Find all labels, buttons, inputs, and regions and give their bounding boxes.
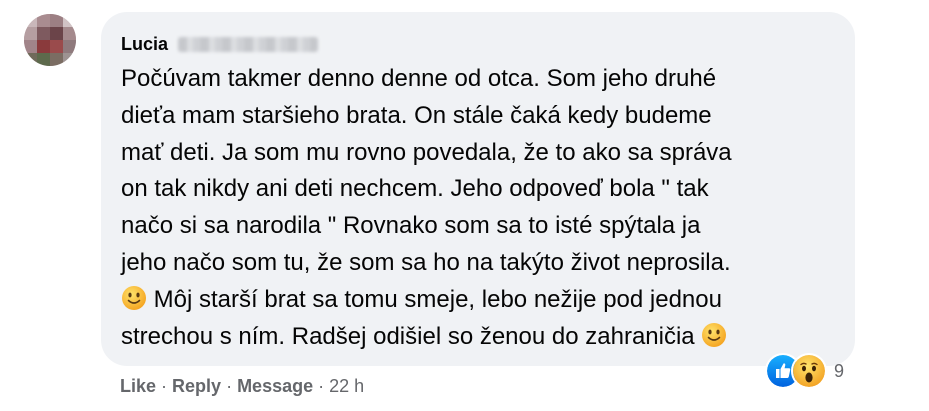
comment-line: strechou s ním. Radšej odišiel so ženou … <box>121 319 841 356</box>
comment-line-text: strechou s ním. Radšej odišiel so ženou … <box>121 322 702 350</box>
comment-line: jeho načo som tu, že som sa ho na takýto… <box>121 248 731 276</box>
comment-line-text: Môj starší brat sa tomu smeje, lebo neži… <box>147 285 722 313</box>
comment-actions: Like · Reply · Message · 22 h <box>120 374 364 398</box>
reactions-summary[interactable]: 9 <box>765 352 844 390</box>
comment: Lucia Počúvam takmer denno denne od otca… <box>0 0 929 411</box>
separator-dot: · <box>226 375 233 396</box>
comment-line: on tak nikdy ani deti nechcem. Jeho odpo… <box>121 175 709 203</box>
reply-link[interactable]: Reply <box>172 376 221 397</box>
comment-line: dieťa mam staršieho brata. On stále čaká… <box>121 101 712 129</box>
comment-line: mať deti. Ja som mu rovno povedala, že t… <box>121 138 732 166</box>
author-row: Lucia <box>121 32 319 56</box>
avatar[interactable] <box>24 14 76 66</box>
slightly-smiling-face-icon <box>122 285 146 310</box>
author-surname-redacted <box>178 36 319 52</box>
like-link[interactable]: Like <box>120 376 156 397</box>
wow-reaction-icon <box>791 353 827 389</box>
comment-line: načo si sa narodila " Rovnako som sa to … <box>121 212 701 240</box>
comment-text: Počúvam takmer denno denne od otca. Som … <box>121 61 841 355</box>
comment-line: Počúvam takmer denno denne od otca. Som … <box>121 65 717 92</box>
comment-bubble: Lucia Počúvam takmer denno denne od otca… <box>101 12 855 366</box>
message-link[interactable]: Message <box>237 376 313 397</box>
separator-dot: · <box>318 375 325 396</box>
slightly-smiling-face-icon <box>702 322 727 347</box>
comment-timestamp[interactable]: 22 h <box>329 376 364 397</box>
avatar-blurred-image <box>24 14 76 66</box>
comment-line: Môj starší brat sa tomu smeje, lebo neži… <box>121 282 841 319</box>
reaction-count: 9 <box>834 360 845 381</box>
author-name[interactable]: Lucia <box>121 34 168 55</box>
separator-dot: · <box>161 375 168 396</box>
